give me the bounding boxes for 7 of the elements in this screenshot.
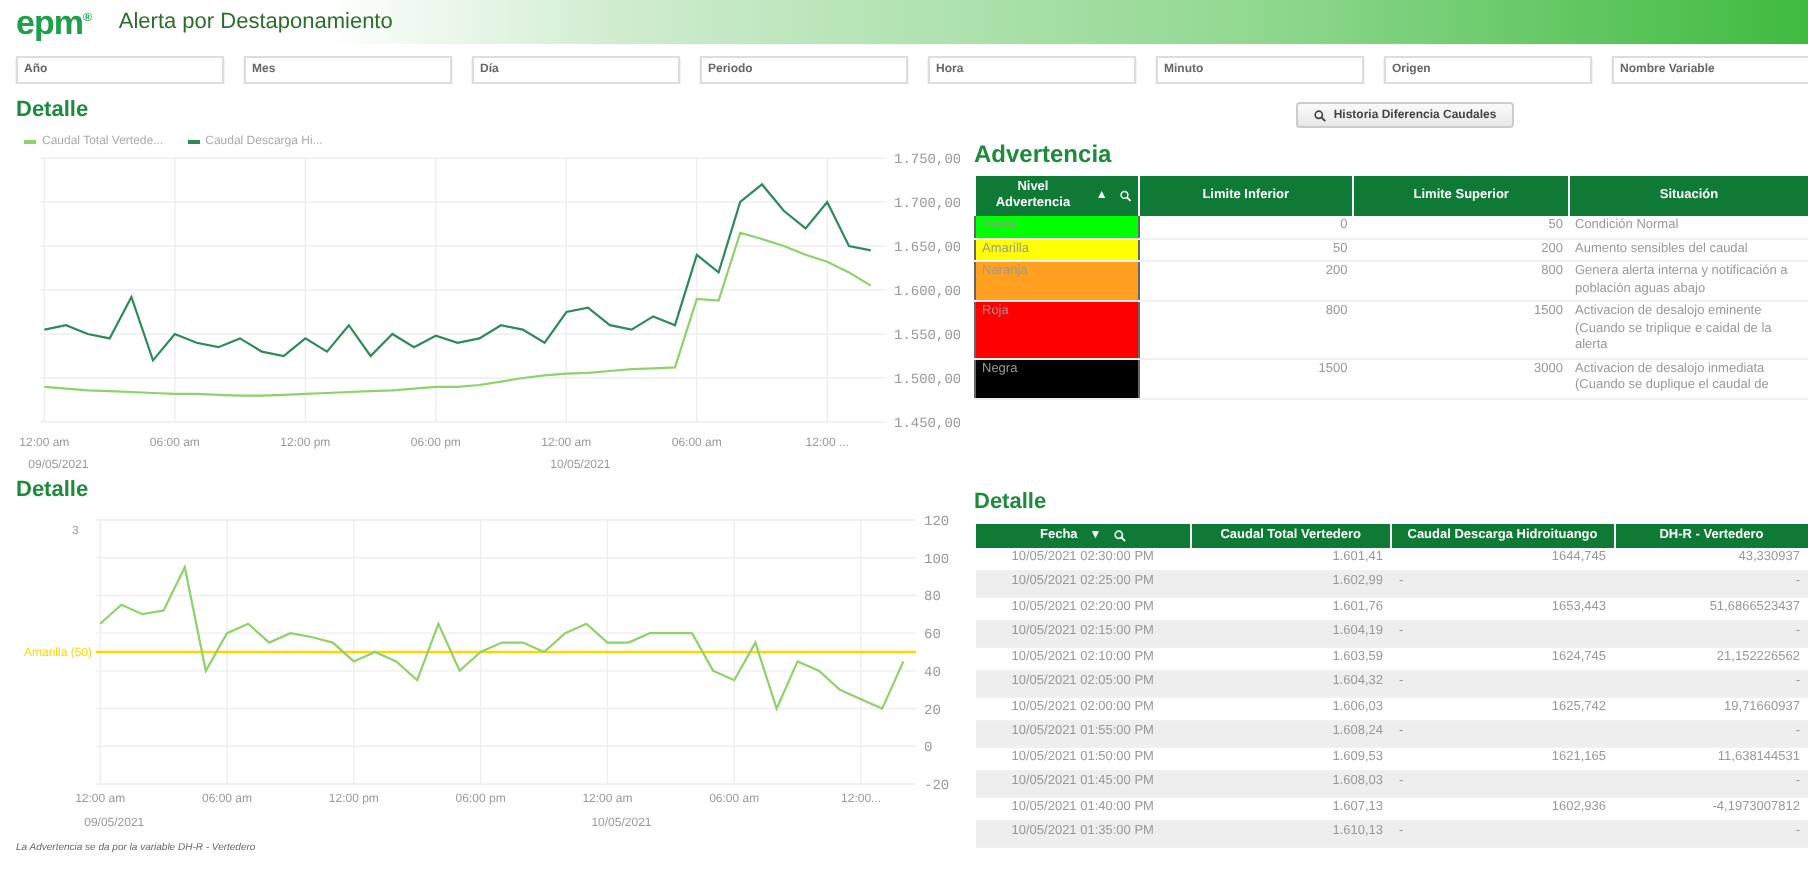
- section-title: Detalle: [14, 478, 91, 504]
- logo: epm$^{®}$: [16, 5, 91, 39]
- section-title: Advertencia: [974, 142, 1114, 168]
- section-title: Detalle: [14, 98, 91, 124]
- app-title: Alerta por Destaponamiento: [118, 10, 393, 34]
- section-title: Detalle: [974, 489, 1049, 515]
- search-icon[interactable]: [1313, 109, 1326, 121]
